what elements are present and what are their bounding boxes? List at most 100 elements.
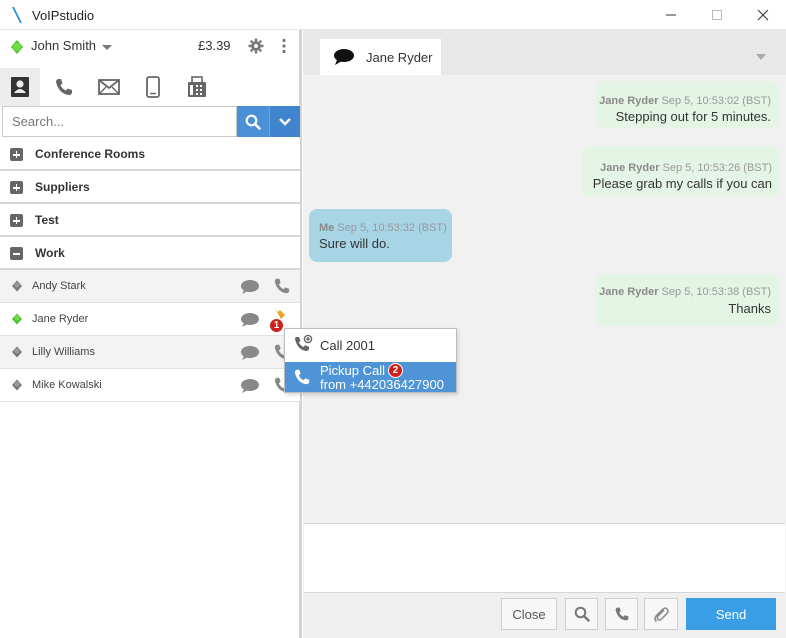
maximize-button[interactable] — [694, 0, 740, 30]
message-time: Sep 5, 10:53:32 (BST) — [337, 222, 447, 234]
close-window-button[interactable] — [740, 0, 786, 30]
chevron-down-icon — [279, 117, 291, 126]
search-button[interactable] — [237, 106, 269, 137]
expand-icon[interactable] — [10, 181, 23, 194]
message-sender: Jane Ryder — [600, 162, 660, 174]
phone-add-icon — [293, 334, 313, 357]
app-title: VoIPstudio — [32, 8, 95, 23]
mail-icon — [98, 79, 120, 95]
mobile-icon — [146, 76, 160, 98]
close-chat-button[interactable]: Close — [501, 598, 557, 630]
user-bar: John Smith £3.39 — [0, 30, 300, 64]
send-button[interactable]: Send — [686, 598, 776, 630]
contacts-icon — [11, 77, 29, 97]
message-bubble: Jane Ryder Sep 5, 10:53:26 (BST) Please … — [582, 146, 780, 197]
offline-status-icon — [11, 346, 23, 361]
pickup-call-label: Pickup Call — [320, 363, 386, 378]
contact-name: Mike Kowalski — [32, 379, 102, 391]
message-meta: Jane Ryder Sep 5, 10:53:26 (BST) — [600, 162, 772, 174]
call-contact-button[interactable] — [605, 598, 638, 630]
pickup-call-menu-item[interactable]: Pickup Call 2 from +442036427900 — [285, 362, 456, 392]
group-conference-rooms[interactable]: Conference Rooms — [0, 138, 300, 171]
message-text: Please grab my calls if you can — [592, 176, 772, 191]
chat-header: Jane Ryder — [303, 30, 786, 75]
contact-name: Jane Ryder — [32, 313, 89, 325]
message-meta: Jane Ryder Sep 5, 10:53:02 (BST) — [599, 95, 771, 107]
attach-file-button[interactable] — [644, 598, 678, 630]
app-logo-icon — [10, 6, 24, 27]
search-row — [0, 106, 300, 137]
search-icon — [574, 606, 590, 622]
paperclip-icon — [654, 607, 669, 623]
message-input[interactable] — [304, 524, 785, 592]
notification-badge: 1 — [269, 318, 284, 333]
account-balance: £3.39 — [198, 38, 231, 53]
user-name[interactable]: John Smith — [31, 38, 96, 53]
message-bubble: Jane Ryder Sep 5, 10:53:38 (BST) Thanks — [595, 274, 779, 326]
contact-list: Conference Rooms Suppliers Test Work And… — [0, 138, 300, 402]
message-bubble: Jane Ryder Sep 5, 10:53:02 (BST) Steppin… — [596, 81, 779, 128]
chat-icon[interactable] — [240, 378, 260, 397]
phone-icon — [293, 368, 311, 389]
message-bubble: Me Sep 5, 10:53:32 (BST) Sure will do. — [309, 209, 452, 262]
chat-tab[interactable]: Jane Ryder — [320, 39, 441, 75]
chat-contact-name: Jane Ryder — [366, 50, 433, 65]
collapse-icon[interactable] — [10, 247, 23, 260]
chat-icon[interactable] — [240, 279, 260, 298]
pickup-caller-number: from +442036427900 — [320, 377, 444, 392]
tab-messages[interactable] — [89, 68, 129, 106]
tab-calls[interactable] — [44, 68, 84, 106]
phone-icon — [56, 79, 72, 95]
contact-row[interactable]: Lilly Williams — [0, 336, 300, 369]
expand-icon[interactable] — [10, 214, 23, 227]
phone-icon[interactable] — [273, 277, 291, 298]
chat-action-bar: Close Send — [303, 594, 786, 638]
message-time: Sep 5, 10:53:26 (BST) — [662, 162, 772, 174]
search-options-button[interactable] — [269, 106, 300, 137]
tab-contacts[interactable] — [0, 68, 40, 106]
contact-context-menu: Call 2001 Pickup Call 2 from +4420364279… — [284, 328, 457, 393]
group-suppliers[interactable]: Suppliers — [0, 171, 300, 204]
chat-icon[interactable] — [240, 312, 260, 331]
message-compose-area — [304, 523, 785, 593]
tab-mobile[interactable] — [133, 68, 173, 106]
message-meta: Jane Ryder Sep 5, 10:53:38 (BST) — [599, 286, 771, 298]
expand-icon[interactable] — [10, 148, 23, 161]
chat-icon[interactable] — [240, 345, 260, 364]
message-sender: Me — [319, 222, 335, 234]
notification-badge: 2 — [388, 363, 403, 378]
group-label: Conference Rooms — [35, 147, 146, 161]
call-menu-item[interactable]: Call 2001 — [285, 329, 456, 361]
message-meta: Me Sep 5, 10:53:32 (BST) — [319, 222, 447, 234]
group-label: Suppliers — [35, 180, 90, 194]
search-messages-button[interactable] — [565, 598, 598, 630]
contact-row[interactable]: Jane Ryder 1 — [0, 303, 300, 336]
search-input[interactable] — [2, 106, 237, 137]
more-options-icon[interactable] — [281, 38, 287, 57]
user-status-icon[interactable] — [9, 39, 25, 58]
phone-icon — [615, 607, 628, 621]
gear-icon[interactable] — [248, 38, 264, 57]
chat-bubble-icon — [333, 48, 355, 69]
group-label: Work — [35, 246, 65, 260]
fax-icon — [188, 76, 206, 97]
contacts-pane: John Smith £3.39 Search... Conference Ro… — [0, 30, 302, 638]
nav-tabs — [0, 68, 300, 106]
title-bar: VoIPstudio — [0, 0, 786, 30]
minimize-button[interactable] — [648, 0, 694, 30]
message-time: Sep 5, 10:53:02 (BST) — [661, 95, 771, 107]
chevron-down-icon[interactable] — [755, 49, 767, 64]
contact-row[interactable]: Mike Kowalski — [0, 369, 300, 402]
search-icon — [245, 114, 261, 130]
tab-fax[interactable] — [177, 68, 217, 106]
contact-row[interactable]: Andy Stark — [0, 270, 300, 303]
online-status-icon — [11, 313, 23, 328]
offline-status-icon — [11, 280, 23, 295]
message-sender: Jane Ryder — [599, 95, 659, 107]
group-test[interactable]: Test — [0, 204, 300, 237]
chevron-down-icon[interactable] — [101, 40, 113, 55]
offline-status-icon — [11, 379, 23, 394]
message-text: Stepping out for 5 minutes. — [615, 109, 771, 124]
contact-name: Andy Stark — [32, 280, 86, 292]
group-work[interactable]: Work — [0, 237, 300, 270]
